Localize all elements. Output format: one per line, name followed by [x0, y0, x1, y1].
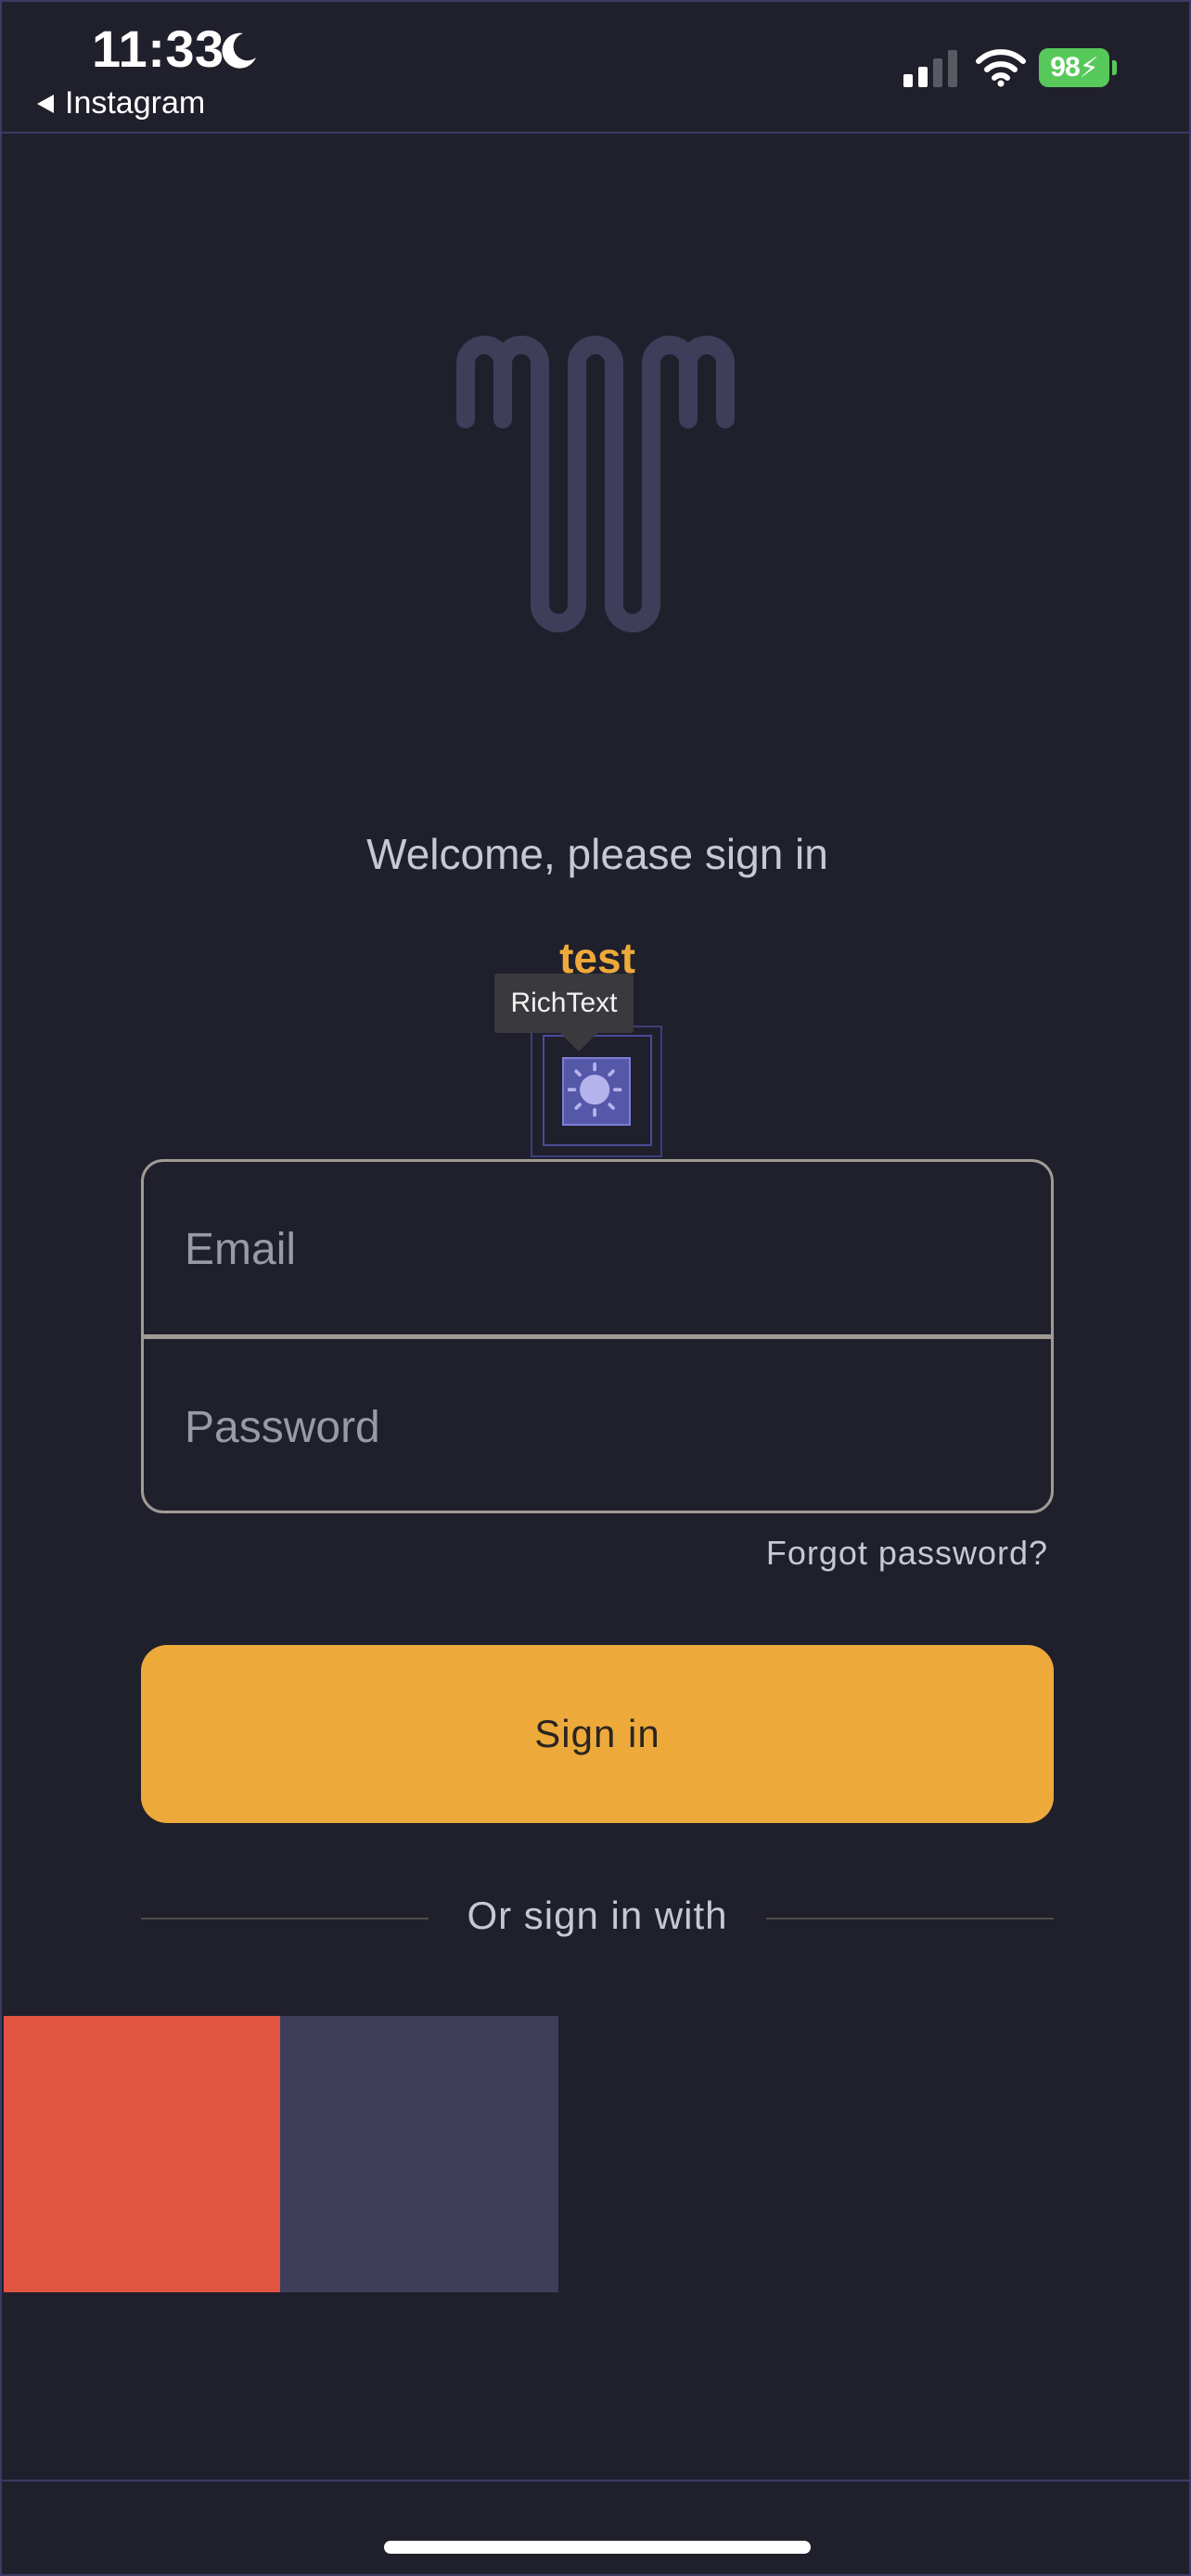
theme-toggle-button[interactable] [562, 1057, 631, 1126]
or-sign-in-with-label: Or sign in with [467, 1894, 728, 1937]
back-link-label: Instagram [65, 85, 206, 121]
bolt-icon: ⚡ [1079, 52, 1099, 83]
app-logo [456, 336, 735, 632]
debug-tooltip: RichText [494, 974, 634, 1033]
moon-icon [222, 32, 256, 69]
field-divider [144, 1334, 1051, 1339]
battery-charging-icon: 98 ⚡ [1039, 48, 1117, 87]
social-sign-in-button[interactable] [280, 2016, 558, 2292]
cellular-signal-icon [903, 50, 957, 87]
welcome-heading: Welcome, please sign in [366, 830, 828, 878]
google-sign-in-button[interactable] [4, 2016, 280, 2292]
login-form [141, 1159, 1054, 1513]
sign-in-button[interactable]: Sign in [141, 1645, 1054, 1823]
back-to-instagram-link[interactable]: Instagram [35, 85, 205, 121]
app-screen: 11:33 Instagram 98 ⚡ Welcome, please sig… [0, 0, 1191, 2576]
password-field[interactable] [144, 1340, 1051, 1511]
debug-tooltip-arrow [558, 1031, 599, 1052]
back-triangle-icon [37, 94, 54, 113]
divider-right [766, 1918, 1054, 1919]
forgot-password-link[interactable]: Forgot password? [766, 1534, 1048, 1573]
bottom-divider [2, 2480, 1191, 2481]
email-field[interactable] [144, 1162, 1051, 1336]
battery-level: 98 ⚡ [1039, 48, 1109, 87]
wifi-icon [976, 49, 1026, 87]
battery-tip [1112, 60, 1117, 75]
status-bar: 11:33 Instagram 98 ⚡ [2, 2, 1191, 134]
sun-icon [567, 1062, 622, 1117]
status-time: 11:33 [92, 19, 224, 78]
home-indicator[interactable] [384, 2541, 811, 2554]
